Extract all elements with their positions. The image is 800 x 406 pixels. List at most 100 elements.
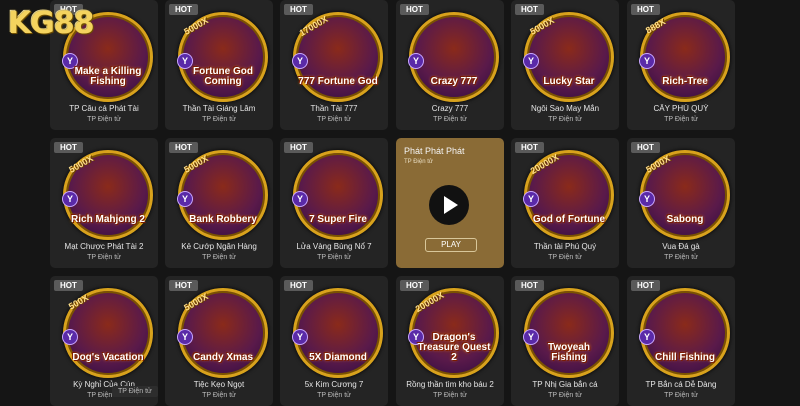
game-title: Phát Phát Phát — [404, 146, 465, 156]
game-thumbnail-icon: 5000X Y Fortune God Coming — [177, 12, 268, 102]
multiplier-badge: 500X — [66, 292, 91, 312]
play-button[interactable]: PLAY — [425, 238, 477, 252]
multiplier-badge: 5000X — [182, 15, 210, 37]
game-logo-text: Dog's Vacation — [72, 352, 144, 363]
game-provider: TP Điện tử — [87, 116, 121, 123]
game-thumbnail-icon: 5000X Y Lucky Star — [523, 12, 614, 102]
provider-badge-icon: Y — [62, 191, 78, 207]
hot-badge: HOT — [515, 280, 544, 291]
game-title: Vua Đá gà — [662, 242, 700, 251]
provider-badge-icon: Y — [177, 329, 193, 345]
game-grid: HOT Y Make a Killing Fishing TP Câu cá P… — [50, 0, 800, 406]
provider-badge-icon: Y — [639, 191, 655, 207]
game-thumbnail-icon: 17000X Y 777 Fortune God — [292, 12, 383, 102]
game-provider: TP Điện tử — [664, 392, 698, 399]
game-title: Thần Tài 777 — [310, 104, 358, 113]
game-card[interactable]: HOT 5000X Y Sabong Vua Đá gà TP Điện tử — [627, 138, 735, 268]
game-provider: TP Điện tử — [548, 392, 582, 399]
hot-badge: HOT — [400, 280, 429, 291]
multiplier-badge: 888X — [643, 16, 668, 36]
game-logo-text: Sabong — [666, 214, 704, 225]
game-logo-text: Lucky Star — [543, 76, 595, 87]
provider-badge-icon: Y — [292, 191, 308, 207]
provider-badge-icon: Y — [177, 191, 193, 207]
game-card[interactable]: HOT Y Chill Fishing TP Bắn cá Dễ Dàng TP… — [627, 276, 735, 406]
game-provider: TP Điện tử — [87, 254, 121, 261]
multiplier-badge: 20000X — [413, 289, 446, 315]
game-provider: TP Điện tử — [317, 116, 351, 123]
game-provider: TP Điện tử — [202, 392, 236, 399]
game-card[interactable]: HOT Y 5X Diamond 5x Kim Cương 7 TP Điện … — [280, 276, 388, 406]
game-card[interactable]: HOT 5000X Y Candy Xmas Tiệc Kẹo Ngọt TP … — [165, 276, 273, 406]
game-title: TP Câu cá Phát Tài — [69, 104, 139, 113]
hot-badge: HOT — [169, 280, 198, 291]
game-card[interactable]: HOT Y 7 Super Fire Lửa Vàng Bùng Nổ 7 TP… — [280, 138, 388, 268]
game-thumbnail-icon: 5000X Y Rich Mahjong 2 — [62, 150, 153, 240]
game-thumbnail-icon: Y Crazy 777 — [408, 12, 499, 102]
game-thumbnail-icon: Y 5X Diamond — [292, 288, 383, 378]
game-provider: TP Điện tử — [548, 116, 582, 123]
game-logo-text: Fortune God Coming — [193, 66, 253, 87]
game-logo-text: Crazy 777 — [430, 76, 478, 87]
hot-badge: HOT — [54, 280, 83, 291]
game-title: Rồng thần tìm kho báu 2 — [406, 380, 494, 389]
multiplier-badge: 5000X — [182, 291, 210, 313]
game-provider: TP Điện tử — [317, 254, 351, 261]
hot-badge: HOT — [169, 142, 198, 153]
game-thumbnail-icon: 20000X Y God of Fortune — [523, 150, 614, 240]
multiplier-badge: 17000X — [297, 13, 330, 39]
game-logo-text: God of Fortune — [532, 214, 606, 225]
game-provider: TP Điện tử — [404, 159, 433, 165]
hot-badge: HOT — [631, 4, 660, 15]
hot-badge: HOT — [515, 4, 544, 15]
game-card[interactable]: HOT Y Twoyeah Fishing TP Nhị Gia bắn cá … — [511, 276, 619, 406]
game-provider: TP Điện tử — [664, 254, 698, 261]
game-card[interactable]: HOT Y Crazy 777 Crazy 777 TP Điện tử — [396, 0, 504, 130]
hot-badge: HOT — [284, 142, 313, 153]
game-logo-text: Candy Xmas — [192, 352, 254, 363]
game-logo-text: 5X Diamond — [309, 352, 367, 363]
game-logo-text: Chill Fishing — [655, 352, 715, 363]
game-provider: TP Điện tử — [664, 116, 698, 123]
game-provider: TP Điện tử — [433, 116, 467, 123]
game-card[interactable]: HOT 5000X Y Bank Robbery Kẻ Cướp Ngân Hà… — [165, 138, 273, 268]
game-logo-text: Dragon's Treasure Quest 2 — [417, 332, 491, 363]
game-card[interactable]: HOT 5000X Y Rich Mahjong 2 Mạt Chược Phá… — [50, 138, 158, 268]
hot-badge: HOT — [631, 142, 660, 153]
game-card[interactable]: HOT 20000X Y Dragon's Treasure Quest 2 R… — [396, 276, 504, 406]
game-thumbnail-icon: 5000X Y Candy Xmas — [177, 288, 268, 378]
game-card[interactable]: HOT 20000X Y God of Fortune Thần tài Phú… — [511, 138, 619, 268]
game-title: Ngôi Sao May Mắn — [530, 104, 600, 113]
game-card[interactable]: HOT 17000X Y 777 Fortune God Thần Tài 77… — [280, 0, 388, 130]
multiplier-badge: 5000X — [528, 15, 556, 37]
hot-badge: HOT — [284, 280, 313, 291]
provider-badge-icon: Y — [523, 53, 539, 69]
game-title: CÂY PHÚ QUÝ — [653, 104, 709, 113]
game-logo-text: Make a Killing Fishing — [74, 66, 142, 87]
game-card-active[interactable]: Phát Phát Phát TP Điện tử PLAY — [396, 138, 504, 268]
game-card[interactable]: HOT 5000X Y Lucky Star Ngôi Sao May Mắn … — [511, 0, 619, 130]
hot-badge: HOT — [515, 142, 544, 153]
game-logo-text: Rich Mahjong 2 — [71, 214, 145, 225]
game-title: Mạt Chược Phát Tài 2 — [64, 242, 144, 251]
hot-badge: HOT — [284, 4, 313, 15]
multiplier-badge: 20000X — [528, 151, 561, 177]
game-thumbnail-icon: 500X Y Dog's Vacation — [62, 288, 153, 378]
provider-badge-icon: Y — [639, 53, 655, 69]
game-thumbnail-icon: 888X Y Rich-Tree — [639, 12, 730, 102]
game-title: Thần Tài Giáng Lâm — [182, 104, 256, 113]
game-card[interactable]: HOT 5000X Y Fortune God Coming Thần Tài … — [165, 0, 273, 130]
game-thumbnail-icon: Y Chill Fishing — [639, 288, 730, 378]
brand-logo[interactable]: KG88 — [8, 6, 95, 41]
provider-badge-icon: Y — [639, 329, 655, 345]
hot-badge: HOT — [631, 280, 660, 291]
game-card[interactable]: HOT 888X Y Rich-Tree CÂY PHÚ QUÝ TP Điện… — [627, 0, 735, 130]
provider-badge-icon: Y — [292, 53, 308, 69]
game-logo-text: Rich-Tree — [662, 76, 708, 87]
multiplier-badge: 5000X — [644, 153, 672, 175]
game-provider: TP Điện tử — [202, 116, 236, 123]
play-icon[interactable] — [429, 185, 469, 225]
provider-badge-icon: Y — [523, 191, 539, 207]
game-thumbnail-icon: Y 7 Super Fire — [292, 150, 383, 240]
hot-badge: HOT — [169, 4, 198, 15]
